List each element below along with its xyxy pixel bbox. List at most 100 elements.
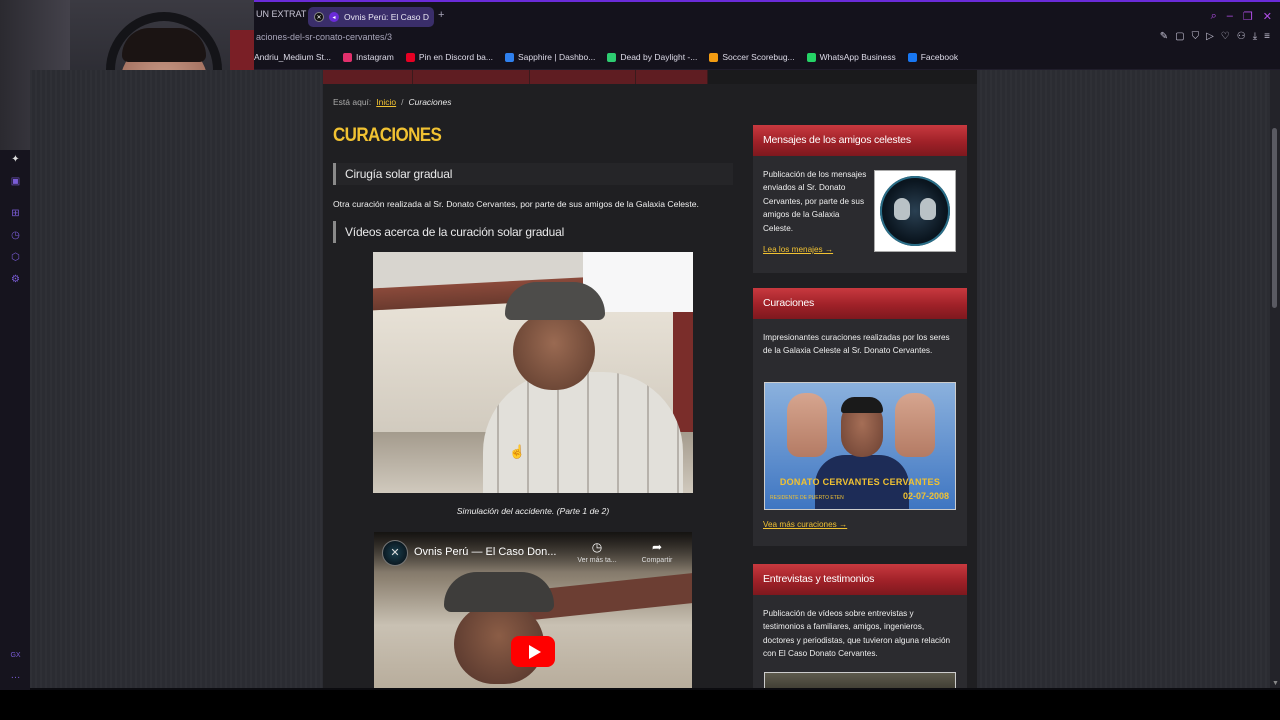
breadcrumb-home-link[interactable]: Inicio: [376, 97, 396, 107]
play-triangle-icon: [528, 644, 541, 659]
wallet-icon[interactable]: ⚇: [1237, 31, 1246, 42]
toolbar-icons: ✎ ▢ ⛉ ▷ ♡ ⚇ ⤓ ≡: [1160, 31, 1270, 42]
clock-icon: ◷: [591, 540, 603, 554]
widget-mensajes-text: Publicación de los mensajes enviados al …: [763, 170, 867, 233]
hand-cursor-icon: ☝: [509, 444, 526, 459]
bookmark-item[interactable]: Andriu_Medium St...: [254, 52, 331, 62]
bookmark-item[interactable]: Pin en Discord ba...: [405, 52, 493, 62]
bookmark-item[interactable]: Soccer Scorebug...: [709, 52, 795, 62]
widget-curaciones-text: Impresionantes curaciones realizadas por…: [763, 333, 950, 356]
widget-entrevistas-title: Entrevistas y testimonios: [753, 564, 967, 595]
pin-icon[interactable]: ✎: [1160, 31, 1168, 42]
photo-place-caption: RESIDENTE DE PUERTO ETEN: [770, 495, 844, 501]
photo-name-caption: DONATO CERVANTES CERVANTES: [779, 477, 941, 487]
breadcrumb-prefix: Está aquí:: [333, 97, 372, 107]
close-icon[interactable]: ✕: [1263, 10, 1272, 23]
shield-icon[interactable]: ⛉: [1192, 31, 1200, 42]
menu-item-4[interactable]: [636, 70, 708, 84]
video-scene-door: [673, 312, 693, 432]
galaxia-celeste-logo[interactable]: [874, 170, 956, 252]
bookmark-item[interactable]: Instagram: [343, 52, 394, 62]
site-container: Está aquí: Inicio / Curaciones CURACIONE…: [323, 70, 977, 688]
breadcrumb-separator: /: [401, 97, 404, 107]
snapshot-icon[interactable]: ▢: [1175, 31, 1184, 42]
menu-item-3[interactable]: [530, 70, 636, 84]
tab-bar: UN EXTRAT ✕ ◂ Ovnis Perú: El Caso D + ⌕ …: [254, 0, 1280, 30]
menu-icon[interactable]: ≡: [1264, 31, 1270, 42]
widget-curaciones-title: Curaciones: [753, 288, 967, 319]
more-icon[interactable]: …: [10, 670, 21, 681]
tab-active[interactable]: ✕ ◂ Ovnis Perú: El Caso D: [308, 7, 434, 27]
video-caption: Simulación del accidente. (Parte 1 de 2): [456, 506, 610, 516]
bookmark-favicon-icon: [405, 52, 415, 62]
photo-hand-left: [787, 393, 827, 457]
history-icon[interactable]: ◷: [10, 230, 21, 241]
minimize-icon[interactable]: –: [1227, 10, 1233, 23]
video-title[interactable]: Ovnis Perú — El Caso Don...: [414, 546, 556, 558]
aria-icon[interactable]: ✦: [10, 154, 21, 165]
widget-entrevistas: Entrevistas y testimonios Publicación de…: [753, 564, 967, 688]
scroll-down-arrow-icon[interactable]: ▼: [1272, 680, 1279, 687]
menu-item-2[interactable]: [413, 70, 530, 84]
play-icon[interactable]: ▷: [1206, 31, 1214, 42]
youtube-embed[interactable]: ✕ Ovnis Perú — El Caso Don... ◷ Ver más …: [374, 532, 692, 688]
watch-later-button[interactable]: ◷ Ver más ta...: [569, 540, 625, 564]
extensions-icon[interactable]: ⬡: [10, 252, 21, 263]
browser-sidebar: ✦ ▣ ⊞ ◷ ⬡ ⚙ GX …: [0, 150, 30, 690]
settings-icon[interactable]: ⚙: [10, 274, 21, 285]
bookmark-item[interactable]: Facebook: [907, 52, 958, 62]
bookmark-label: Dead by Daylight -...: [620, 52, 698, 62]
nav-menu: [323, 70, 977, 84]
bookmark-label: Andriu_Medium St...: [254, 52, 332, 62]
intro-paragraph: Otra curación realizada al Sr. Donato Ce…: [333, 199, 699, 209]
read-messages-link[interactable]: Lea los menajes →: [763, 245, 833, 254]
widget-mensajes: Mensajes de los amigos celestes Publicac…: [753, 125, 967, 273]
widget-entrevistas-text: Publicación de vídeos sobre entrevistas …: [763, 609, 951, 659]
video-scene-shirt: [483, 372, 683, 493]
tab-favicon-icon: ✕: [314, 12, 324, 22]
maximize-icon[interactable]: ❐: [1243, 10, 1253, 23]
menu-item-1[interactable]: [323, 70, 413, 84]
bookmark-favicon-icon: [709, 52, 719, 62]
alien-face-left: [894, 198, 910, 220]
section-heading: Cirugía solar gradual: [333, 163, 733, 185]
tab-previous[interactable]: UN EXTRAT: [256, 9, 306, 19]
curaciones-photo[interactable]: DONATO CERVANTES CERVANTES RESIDENTE DE …: [764, 382, 956, 510]
page-scrollbar[interactable]: ▼: [1270, 70, 1280, 688]
share-icon: ➦: [651, 540, 663, 554]
share-button[interactable]: ➦ Compartir: [629, 540, 685, 564]
address-bar: aciones-del-sr-conato-cervantes/3 ✎ ▢ ⛉ …: [254, 30, 1280, 48]
heart-icon[interactable]: ♡: [1221, 31, 1230, 42]
url-field[interactable]: aciones-del-sr-conato-cervantes/3: [256, 32, 392, 42]
more-curaciones-link[interactable]: Vea más curaciones →: [763, 520, 847, 529]
gx-icon[interactable]: GX: [10, 650, 21, 661]
search-icon[interactable]: ⌕: [1211, 10, 1217, 23]
bookmark-item[interactable]: Sapphire | Dashbo...: [505, 52, 595, 62]
breadcrumb-current: Curaciones: [408, 97, 452, 107]
play-button[interactable]: [511, 636, 555, 667]
twitch-icon[interactable]: ▣: [10, 176, 21, 187]
alien-logo-icon: [880, 176, 950, 246]
watch-later-label: Ver más ta...: [577, 557, 617, 564]
photo-hand-right: [895, 393, 935, 457]
download-icon[interactable]: ⤓: [1253, 31, 1257, 42]
scrollbar-thumb[interactable]: [1272, 128, 1277, 308]
photo-date-caption: 02-07-2008: [902, 491, 949, 501]
channel-avatar-icon[interactable]: ✕: [382, 540, 408, 566]
widget-curaciones: Curaciones Impresionantes curaciones rea…: [753, 288, 967, 546]
bottom-letterbox: [0, 690, 1280, 720]
bookmark-item[interactable]: WhatsApp Business: [806, 52, 896, 62]
apps-icon[interactable]: ⊞: [10, 208, 21, 219]
page-viewport: Está aquí: Inicio / Curaciones CURACIONE…: [30, 70, 1270, 688]
video-thumbnail-accident[interactable]: ☝: [373, 252, 693, 493]
entrevistas-thumbnail[interactable]: [764, 672, 956, 688]
bookmark-favicon-icon: [806, 52, 816, 62]
speaker-icon[interactable]: ◂: [329, 12, 339, 22]
window-controls: ⌕ – ❐ ✕: [1211, 10, 1272, 23]
bookmark-item[interactable]: Dead by Daylight -...: [607, 52, 697, 62]
new-tab-icon[interactable]: +: [438, 9, 444, 21]
bookmark-favicon-icon: [343, 52, 353, 62]
alien-face-right: [920, 198, 936, 220]
page-title: CURACIONES: [333, 123, 442, 146]
breadcrumb: Está aquí: Inicio / Curaciones: [333, 97, 452, 107]
